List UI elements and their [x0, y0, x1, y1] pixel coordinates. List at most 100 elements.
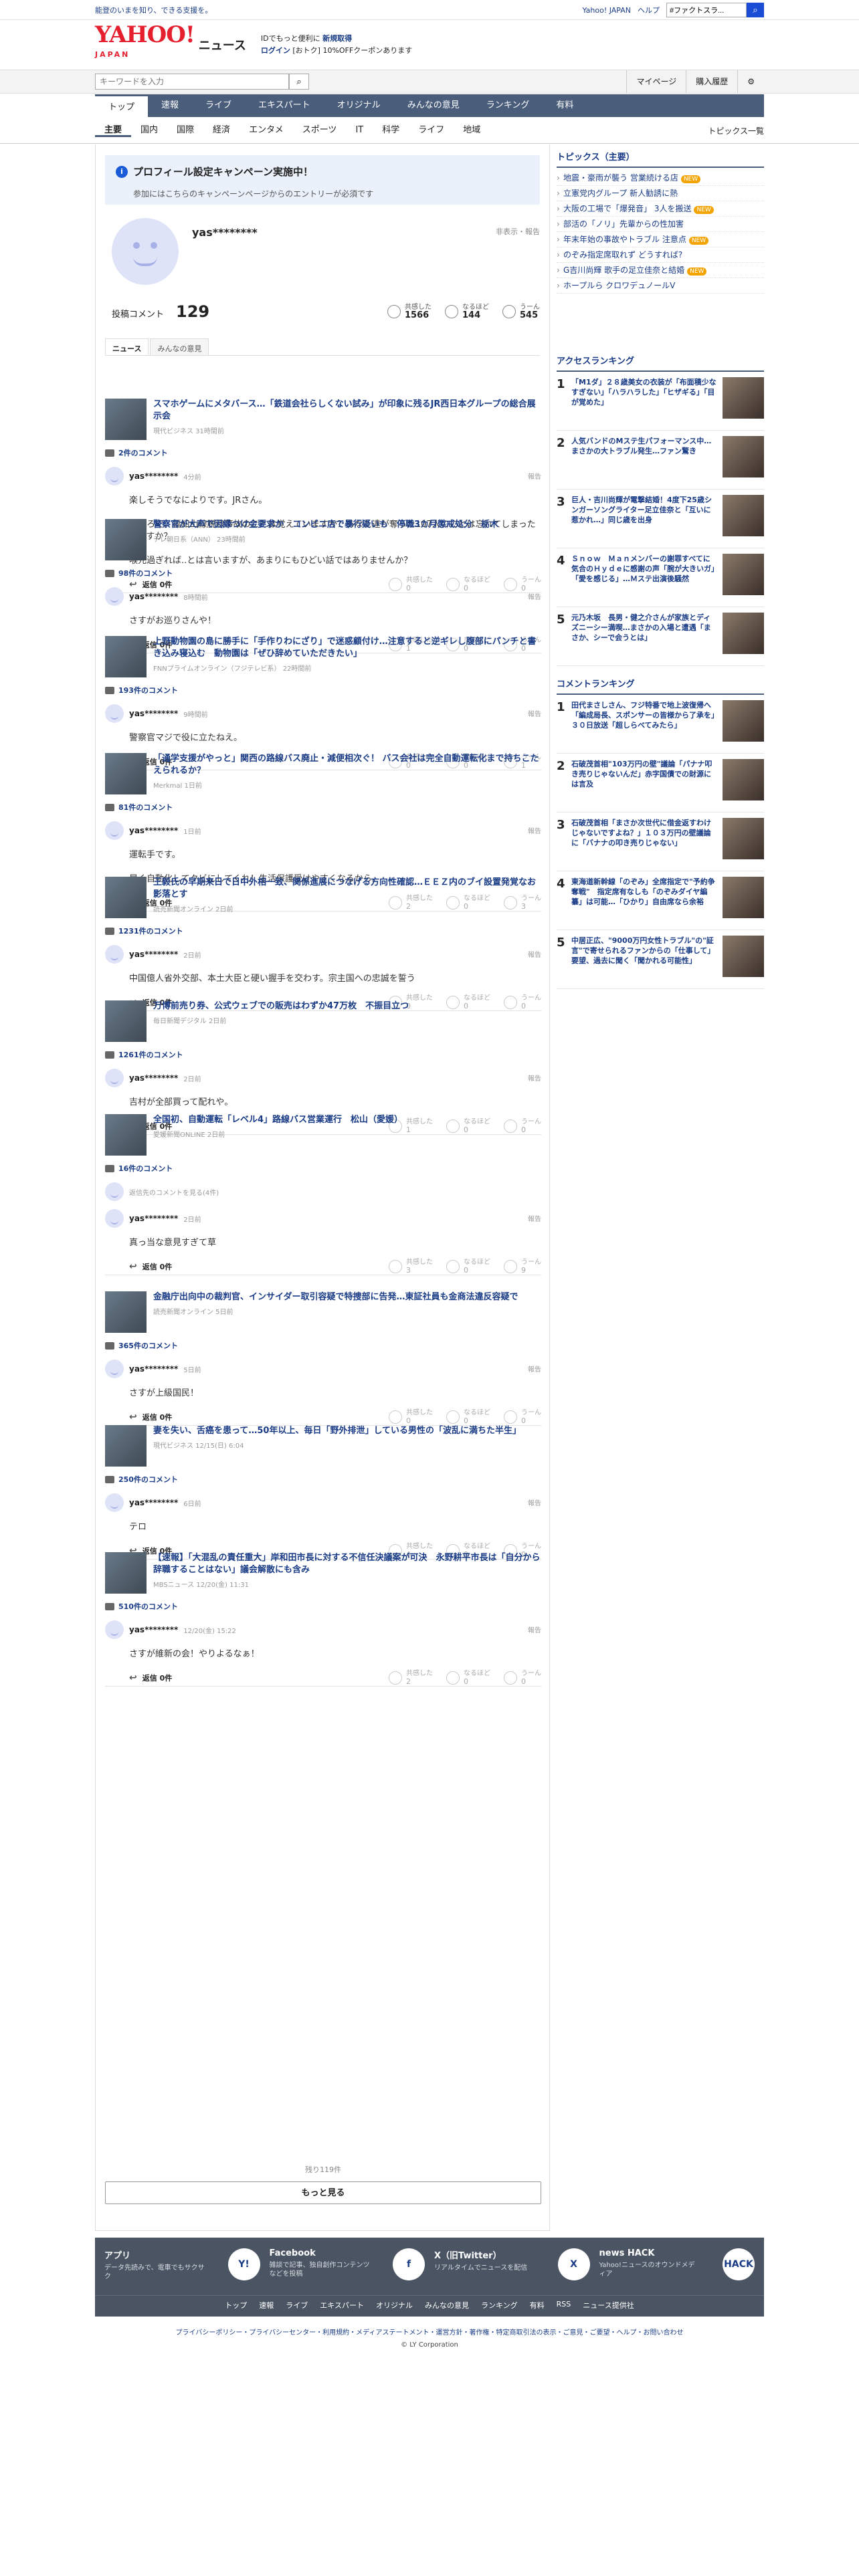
yahoo-logo[interactable]: YAHOO! JAPAN — [95, 23, 195, 65]
ranking-thumbnail[interactable] — [723, 877, 764, 918]
article-link[interactable]: 金融庁出向中の裁判官、インサイダー取引容疑で特捜部に告発…東証社員も金商法違反容… — [105, 1291, 541, 1335]
comment-count-link[interactable]: 193件のコメント — [105, 684, 541, 696]
article-link[interactable]: 全国初、自動運転「レベル4」路線バス営業運行 松山（愛媛） 愛媛新聞ONLINE … — [105, 1114, 541, 1158]
reaction-insight-button[interactable]: なるほど 0 — [446, 1670, 490, 1686]
article-link[interactable]: 警察官が大声で因縁つけ金要求か コンビニ店で暴行疑いも 停職3カ月懲戒処分 栃木… — [105, 519, 541, 563]
cat-science[interactable]: 科学 — [373, 125, 409, 135]
article-thumbnail[interactable] — [105, 1552, 147, 1594]
search-icon[interactable]: ⌕ — [289, 74, 309, 90]
ranking-title[interactable]: 人気バンドのMステ生パフォーマンス中…まさかの大トラブル発生…ファン驚き — [571, 436, 717, 484]
footer-link[interactable]: みんなの意見 — [425, 2300, 469, 2311]
gnav-ranking[interactable]: ランキング — [473, 94, 543, 117]
footer-link[interactable]: ニュース提供社 — [583, 2300, 634, 2311]
footer-link[interactable]: ライブ — [286, 2300, 308, 2311]
footer-link[interactable]: 有料 — [530, 2300, 545, 2311]
topic-item[interactable]: 部活の「ノリ」先輩からの性加害 — [557, 217, 764, 232]
ranking-title[interactable]: 「M1ダ」２８歳美女の衣装が「布面積少なすぎない」「ハラハラした」「ヒザギる」「… — [571, 377, 717, 425]
comment-user[interactable]: yas******** — [129, 1498, 178, 1507]
reply-button[interactable]: 返信 0件 — [129, 1412, 172, 1422]
yahoo-japan-link[interactable]: Yahoo! JAPAN — [582, 6, 631, 15]
topic-item[interactable]: 立憲党内グループ 新人勧誘に熱 — [557, 186, 764, 201]
ranking-title[interactable]: 石破茂首相"103万円の壁"議論「パナナ叩き売りじゃないんだ」赤字国債での財源に… — [571, 759, 717, 807]
article-link[interactable]: 上野動物園の島に勝手に「手作りわにざり」で迷惑顧付け…注意すると逆ギレし腹部にパ… — [105, 636, 541, 680]
topic-item[interactable]: G吉川尚輝 歌手の足立佳奈と結婚NEW — [557, 263, 764, 278]
newshack-icon[interactable]: HACK — [723, 2248, 755, 2280]
cat-sports[interactable]: スポーツ — [293, 125, 347, 135]
footer-app[interactable]: X（旧Twitter） リアルタイムでニュースを配信 X — [434, 2248, 590, 2295]
report-link[interactable]: 報告 — [528, 708, 541, 718]
topic-title[interactable]: 立憲党内グループ 新人勧誘に熱 — [563, 189, 678, 198]
report-link[interactable]: 報告 — [528, 1213, 541, 1223]
cat-it[interactable]: IT — [346, 125, 373, 135]
comment-user[interactable]: yas******** — [129, 592, 178, 601]
article-title[interactable]: 金融庁出向中の裁判官、インサイダー取引容疑で特捜部に告発…東証社員も金商法違反容… — [153, 1291, 518, 1303]
report-link[interactable]: 報告 — [528, 1364, 541, 1374]
reaction-empathy-button[interactable]: 共感した 3 — [389, 1259, 433, 1275]
footer-link[interactable]: ランキング — [481, 2300, 518, 2311]
topic-title[interactable]: ホープルら クロワデュノールV — [563, 281, 675, 290]
cat-life[interactable]: ライフ — [409, 125, 454, 135]
ranking-thumbnail[interactable] — [723, 700, 764, 742]
report-link[interactable]: 報告 — [528, 591, 541, 601]
reply-button[interactable]: 返信 0件 — [129, 1673, 172, 1683]
gnav-live[interactable]: ライブ — [192, 94, 245, 117]
tab-opinions[interactable]: みんなの意見 — [150, 338, 209, 355]
ranking-title[interactable]: Ｓｎｏｗ Ｍａｎメンバーの謝罪すべてに気合のＨｙｄｅに感謝の声「腕が大きいガ」「… — [571, 554, 717, 601]
article-thumbnail[interactable] — [105, 877, 147, 918]
comment-user[interactable]: yas******** — [129, 1364, 178, 1374]
tagline-link[interactable]: 能登のいまを知り、できる支援を。 — [95, 5, 212, 15]
ranking-thumbnail[interactable] — [723, 377, 764, 419]
app-icon[interactable]: Y! — [227, 2248, 260, 2280]
campaign-notice[interactable]: i プロフィール設定キャンペーン実施中！ 参加にはこちらのキャンペーンページからの… — [105, 155, 540, 205]
reaction-empathy-button[interactable]: 共感した 0 — [389, 1409, 433, 1425]
ranking-thumbnail[interactable] — [723, 936, 764, 977]
parent-comment-link[interactable]: 返信先のコメントを見る(4件) — [105, 1182, 541, 1201]
comment-user[interactable]: yas******** — [129, 826, 178, 835]
article-thumbnail[interactable] — [105, 636, 147, 677]
topic-item[interactable]: 大阪の工場で「爆発音」 3人を搬送NEW — [557, 201, 764, 217]
facebook-icon[interactable]: f — [393, 2248, 425, 2280]
article-link[interactable]: 万博前売り券、公式ウェブでの販売はわずか47万枚 不振目立つ 毎日新聞デジタル 2… — [105, 1000, 541, 1045]
ranking-thumbnail[interactable] — [723, 554, 764, 595]
ranking-item[interactable]: 2 人気バンドのMステ生パフォーマンス中…まさかの大トラブル発生…ファン驚き — [557, 431, 764, 490]
comment-user[interactable]: yas******** — [129, 709, 178, 718]
topic-item[interactable]: 年末年始の事故やトラブル 注意点NEW — [557, 232, 764, 247]
article-thumbnail[interactable] — [105, 1114, 147, 1156]
help-link[interactable]: ヘルプ — [638, 5, 660, 15]
topics-list-link[interactable]: トピックス一覧 — [708, 125, 764, 136]
ranking-title[interactable]: 石破茂首相「まさか次世代に借金返すわけじゃないですよね？」１０３万円の壁議論に「… — [571, 818, 717, 865]
mypage-link[interactable]: マイページ — [626, 70, 686, 93]
comment-count-link[interactable]: 1231件のコメント — [105, 925, 541, 937]
topic-title[interactable]: 部活の「ノリ」先輩からの性加害 — [563, 219, 684, 229]
cat-world[interactable]: 国際 — [167, 125, 203, 135]
comment-count-link[interactable]: 98件のコメント — [105, 567, 541, 579]
footer-link[interactable]: RSS — [557, 2300, 571, 2311]
reaction-insight-button[interactable]: なるほど 0 — [446, 1409, 490, 1425]
footer-link[interactable]: エキスパート — [320, 2300, 364, 2311]
ranking-item[interactable]: 1 「M1ダ」２８歳美女の衣装が「布面積少なすぎない」「ハラハラした」「ヒザギる」… — [557, 372, 764, 431]
reaction-empathy-button[interactable]: 共感した 2 — [389, 1670, 433, 1686]
cat-domestic[interactable]: 国内 — [131, 125, 167, 135]
article-title[interactable]: 上野動物園の島に勝手に「手作りわにざり」で迷惑顧付け…注意すると逆ギレし腹部にパ… — [153, 636, 541, 660]
reaction-doubt-button[interactable]: うーん 0 — [504, 1670, 541, 1686]
footer-link[interactable]: 速報 — [259, 2300, 274, 2311]
article-thumbnail[interactable] — [105, 1000, 147, 1042]
article-link[interactable]: 【速報】「大混乱の責任重大」岸和田市長に対する不信任決議案が可決 永野耕平市長は… — [105, 1552, 541, 1596]
ranking-item[interactable]: 3 巨人・吉川尚輝が電撃結婚！4度下25歳シンガーソングライター足立佳奈と「互いに… — [557, 490, 764, 548]
ranking-title[interactable]: 元乃木坂 長男・健之介さんが家族とディズニーシー満喫…まさかの入場と遭遇「まさか… — [571, 613, 717, 660]
article-title[interactable]: 妻を失い、舌癌を患って…50年以上、毎日「野外排泄」している男性の「波乱に満ちた… — [153, 1425, 521, 1437]
topic-item[interactable]: ホープルら クロワデュノールV — [557, 278, 764, 294]
ranking-thumbnail[interactable] — [723, 495, 764, 536]
gnav-top[interactable]: トップ — [95, 94, 149, 117]
comment-count-link[interactable]: 1261件のコメント — [105, 1049, 541, 1061]
topic-title[interactable]: 年末年始の事故やトラブル 注意点 — [563, 235, 686, 244]
article-title[interactable]: 「通学支援がやっと」関西の路線バス廃止・減便相次ぐ！ バス会社は完全自動運転化ま… — [153, 753, 541, 777]
report-link[interactable]: 報告 — [528, 825, 541, 835]
gear-icon[interactable]: ⚙ — [737, 70, 764, 93]
hide-report-link[interactable]: 非表示・報告 — [496, 226, 540, 237]
article-thumbnail[interactable] — [105, 1291, 147, 1333]
brand-news[interactable]: ニュース — [199, 36, 246, 53]
ranking-item[interactable]: 1 田代まさしさん、フジ特番で地上波復帰へ「編成局長、スポンサーの皆様から了承を」… — [557, 695, 764, 754]
ranking-item[interactable]: 2 石破茂首相"103万円の壁"議論「パナナ叩き売りじゃないんだ」赤字国債での財源… — [557, 754, 764, 813]
ranking-item[interactable]: 4 東海道新幹線「のぞみ」全席指定で"予約争奪戦" 指定席有なしも「のぞみダイヤ編… — [557, 871, 764, 930]
